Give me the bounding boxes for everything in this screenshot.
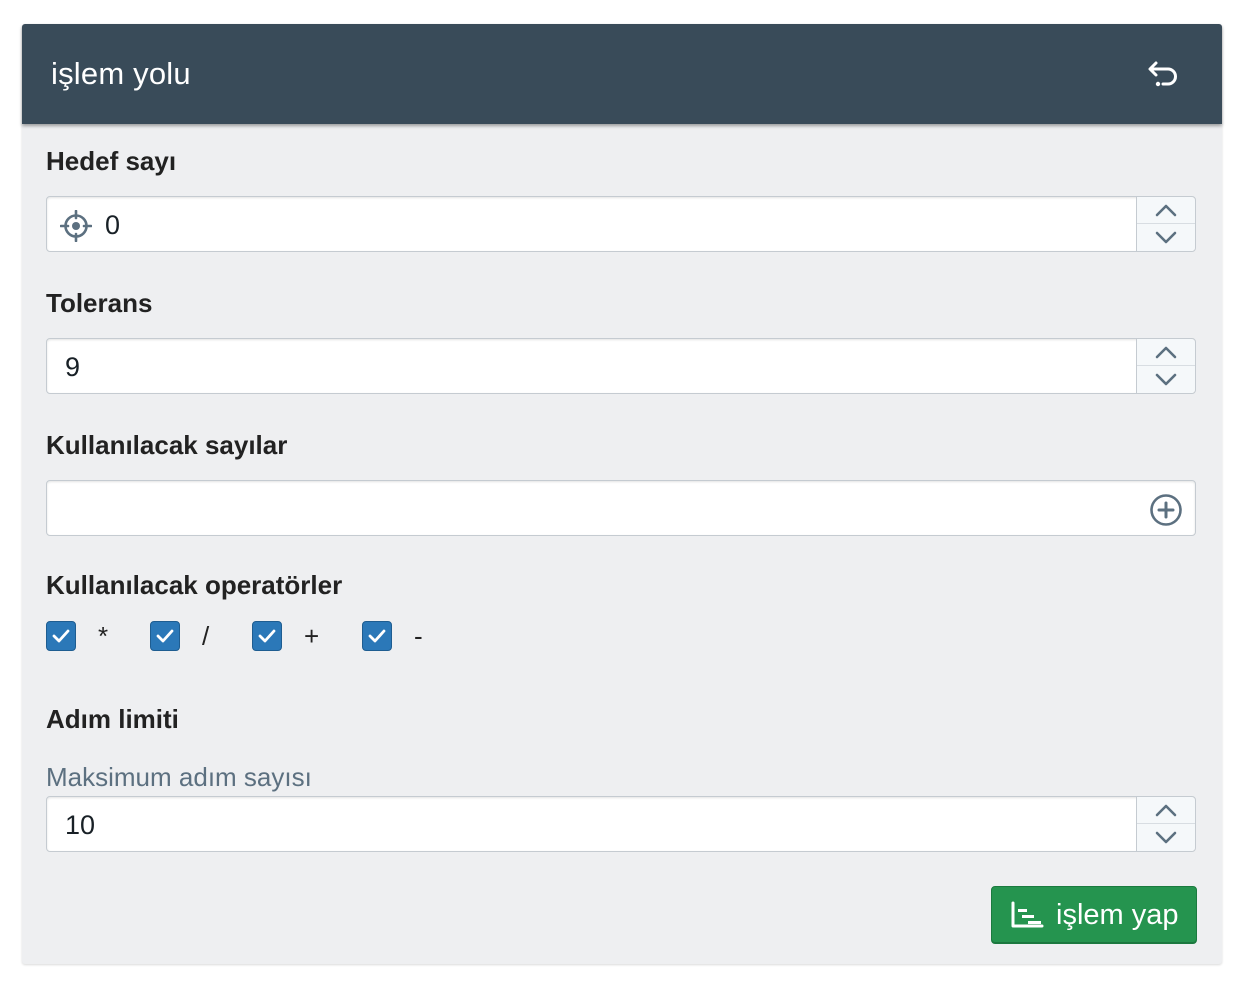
chevron-up-icon xyxy=(1155,204,1177,217)
target-stepper xyxy=(1136,197,1195,251)
path-panel: işlem yolu Hedef sayı 0 Tolerans 9 Kulla… xyxy=(22,24,1222,964)
panel-title: işlem yolu xyxy=(51,56,191,91)
checkbox-divide[interactable] xyxy=(150,621,180,651)
target-value: 0 xyxy=(105,210,121,240)
check-icon xyxy=(258,629,276,643)
submit-button[interactable]: işlem yap xyxy=(991,886,1197,944)
step-limit-sublabel: Maksimum adım sayısı xyxy=(46,762,312,792)
operator-add[interactable]: + xyxy=(252,620,319,652)
check-icon xyxy=(368,629,386,643)
step-limit-input[interactable]: 10 xyxy=(46,796,1196,852)
tolerance-stepper xyxy=(1136,339,1195,393)
chart-icon xyxy=(1011,901,1044,928)
checkbox-add[interactable] xyxy=(252,621,282,651)
check-icon xyxy=(52,629,70,643)
reset-button[interactable] xyxy=(1146,58,1182,90)
target-label: Hedef sayı xyxy=(46,146,177,176)
target-increment-button[interactable] xyxy=(1137,197,1195,224)
operator-label: * xyxy=(98,620,109,651)
operators-label: Kullanılacak operatörler xyxy=(46,570,343,600)
numbers-input[interactable] xyxy=(46,480,1196,536)
target-decrement-button[interactable] xyxy=(1137,224,1195,251)
operator-subtract[interactable]: - xyxy=(362,620,423,652)
panel-header: işlem yolu xyxy=(22,24,1222,124)
tolerance-value: 9 xyxy=(65,352,81,382)
checkbox-subtract[interactable] xyxy=(362,621,392,651)
step-limit-decrement-button[interactable] xyxy=(1137,824,1195,851)
step-limit-value: 10 xyxy=(65,810,96,840)
target-input[interactable]: 0 xyxy=(46,196,1196,252)
numbers-label: Kullanılacak sayılar xyxy=(46,430,288,460)
check-icon xyxy=(156,629,174,643)
undo-icon xyxy=(1148,61,1177,87)
operator-multiply[interactable]: * xyxy=(46,620,108,652)
operator-label: - xyxy=(414,620,423,651)
checkbox-multiply[interactable] xyxy=(46,621,76,651)
operator-label: / xyxy=(202,620,210,651)
chevron-down-icon xyxy=(1155,831,1177,843)
chevron-up-icon xyxy=(1155,346,1177,359)
tolerance-decrement-button[interactable] xyxy=(1137,366,1195,393)
tolerance-increment-button[interactable] xyxy=(1137,339,1195,366)
chevron-down-icon xyxy=(1155,231,1177,243)
target-icon xyxy=(60,210,92,242)
step-limit-increment-button[interactable] xyxy=(1137,797,1195,824)
step-limit-label: Adım limiti xyxy=(46,704,179,734)
operator-divide[interactable]: / xyxy=(150,620,209,652)
step-limit-stepper xyxy=(1136,797,1195,851)
submit-label: işlem yap xyxy=(1056,899,1179,931)
chevron-up-icon xyxy=(1155,804,1177,817)
operator-label: + xyxy=(304,620,320,651)
tolerance-label: Tolerans xyxy=(46,288,153,318)
chevron-down-icon xyxy=(1155,373,1177,385)
plus-circle-icon[interactable] xyxy=(1149,493,1183,527)
tolerance-input[interactable]: 9 xyxy=(46,338,1196,394)
